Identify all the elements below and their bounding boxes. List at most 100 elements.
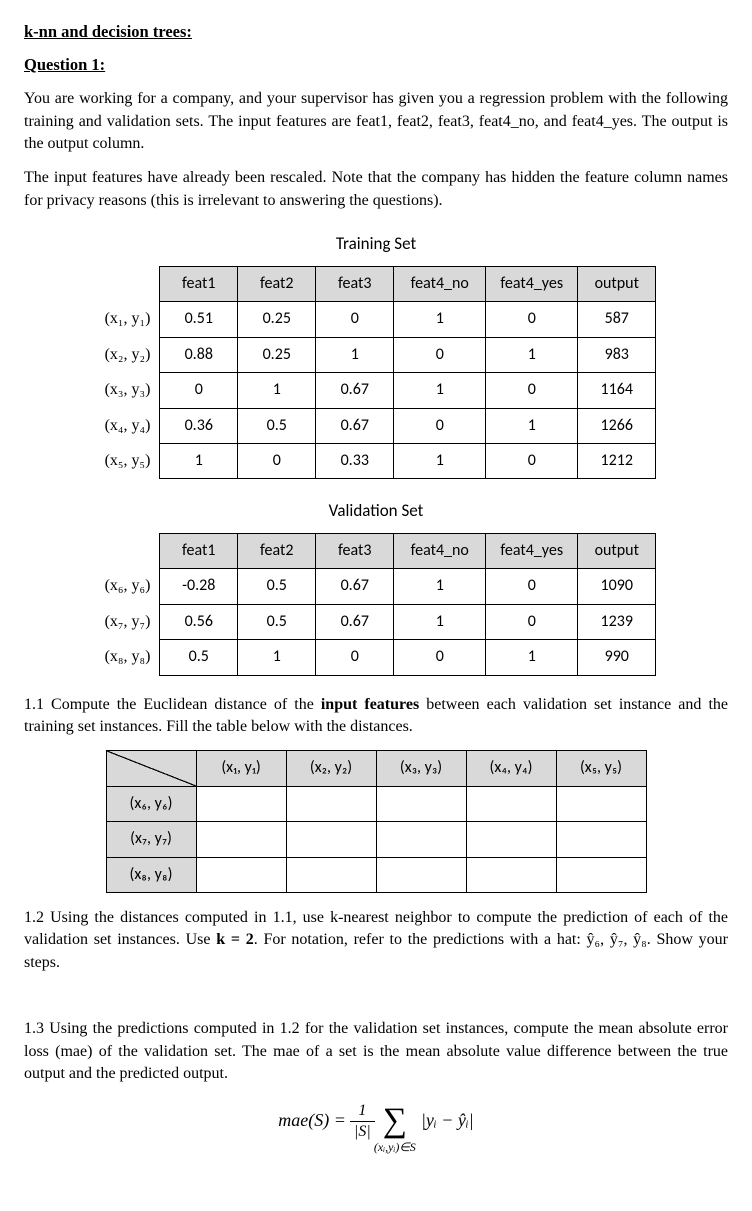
mae-formula: mae(S) = 1 |S| ∑ (xᵢ,yᵢ)∈S |yᵢ − ŷᵢ| — [24, 1101, 728, 1140]
data-cell: 0 — [316, 640, 394, 675]
data-cell: 0 — [394, 408, 486, 443]
data-cell: 1 — [238, 640, 316, 675]
data-cell: 0.5 — [238, 408, 316, 443]
data-cell: 0.5 — [238, 569, 316, 604]
question-1-3: 1.3 Using the predictions computed in 1.… — [24, 1018, 728, 1085]
row-label: (x₃, y₃) — [96, 373, 160, 408]
data-cell: 1 — [238, 373, 316, 408]
data-cell: 0.33 — [316, 443, 394, 478]
data-cell: 0.5 — [160, 640, 238, 675]
data-cell: 0 — [486, 569, 578, 604]
dist-empty-cell — [466, 857, 556, 892]
dist-col-header: (x₅, y₅) — [556, 751, 646, 786]
dist-empty-cell — [286, 822, 376, 857]
column-header: feat3 — [316, 534, 394, 569]
row-label: (x₁, y₁) — [96, 302, 160, 337]
data-cell: 1 — [486, 640, 578, 675]
dist-empty-cell — [196, 786, 286, 821]
row-label: (x₇, y₇) — [96, 604, 160, 639]
row-label: (x₆, y₆) — [96, 569, 160, 604]
column-header: feat2 — [238, 266, 316, 301]
data-cell: 0 — [394, 337, 486, 372]
intro-para-2: The input features have already been res… — [24, 167, 728, 212]
dist-empty-cell — [286, 786, 376, 821]
data-cell: 1266 — [578, 408, 656, 443]
question-1-2: 1.2 Using the distances computed in 1.1,… — [24, 907, 728, 974]
data-cell: 1 — [394, 443, 486, 478]
question-heading: Question 1: — [24, 53, 728, 76]
dist-col-header: (x₄, y₄) — [466, 751, 556, 786]
dist-empty-cell — [196, 822, 286, 857]
data-cell: 1 — [394, 604, 486, 639]
dist-empty-cell — [556, 786, 646, 821]
training-title: Training Set — [24, 232, 728, 256]
data-cell: 0.56 — [160, 604, 238, 639]
data-cell: 0 — [486, 604, 578, 639]
data-cell: 990 — [578, 640, 656, 675]
data-cell: 1239 — [578, 604, 656, 639]
column-header: feat4_no — [394, 266, 486, 301]
data-cell: 0.36 — [160, 408, 238, 443]
data-cell: 1 — [394, 569, 486, 604]
data-cell: 1 — [316, 337, 394, 372]
dist-empty-cell — [556, 822, 646, 857]
column-header: feat3 — [316, 266, 394, 301]
dist-empty-cell — [556, 857, 646, 892]
data-cell: 983 — [578, 337, 656, 372]
dist-empty-cell — [466, 822, 556, 857]
dist-empty-cell — [466, 786, 556, 821]
column-header: feat2 — [238, 534, 316, 569]
column-header: feat1 — [160, 534, 238, 569]
row-label: (x₂, y₂) — [96, 337, 160, 372]
data-cell: 0.51 — [160, 302, 238, 337]
data-cell: 0 — [238, 443, 316, 478]
data-cell: 587 — [578, 302, 656, 337]
data-cell: 0.67 — [316, 604, 394, 639]
data-cell: 0.67 — [316, 373, 394, 408]
dist-empty-cell — [376, 857, 466, 892]
data-cell: 0.88 — [160, 337, 238, 372]
dist-col-header: (x₃, y₃) — [376, 751, 466, 786]
row-label: (x₈, y₈) — [96, 640, 160, 675]
data-cell: 0.67 — [316, 569, 394, 604]
main-heading: k-nn and decision trees: — [24, 20, 728, 43]
training-table: feat1feat2feat3feat4_nofeat4_yesoutput(x… — [96, 266, 657, 479]
dist-empty-cell — [376, 786, 466, 821]
dist-col-header: (x₂, y₂) — [286, 751, 376, 786]
data-cell: 0 — [486, 443, 578, 478]
question-1-1: 1.1 Compute the Euclidean distance of th… — [24, 694, 728, 739]
data-cell: 1 — [486, 408, 578, 443]
row-label: (x₄, y₄) — [96, 408, 160, 443]
dist-empty-cell — [286, 857, 376, 892]
data-cell: 1 — [486, 337, 578, 372]
data-cell: 1164 — [578, 373, 656, 408]
row-label: (x₅, y₅) — [96, 443, 160, 478]
dist-empty-cell — [376, 822, 466, 857]
intro-para-1: You are working for a company, and your … — [24, 88, 728, 155]
data-cell: 1090 — [578, 569, 656, 604]
corner-cell — [106, 751, 196, 786]
dist-col-header: (x₁, y₁) — [196, 751, 286, 786]
data-cell: 0 — [486, 373, 578, 408]
column-header: output — [578, 534, 656, 569]
dist-row-header: (x₆, y₆) — [106, 786, 196, 821]
data-cell: 0 — [486, 302, 578, 337]
data-cell: 1 — [160, 443, 238, 478]
data-cell: 0.25 — [238, 337, 316, 372]
column-header: feat4_yes — [486, 534, 578, 569]
data-cell: 0.67 — [316, 408, 394, 443]
dist-row-header: (x₇, y₇) — [106, 822, 196, 857]
validation-table: feat1feat2feat3feat4_nofeat4_yesoutput (x… — [96, 533, 657, 676]
dist-empty-cell — [196, 857, 286, 892]
data-cell: 0 — [394, 640, 486, 675]
data-cell: 1 — [394, 373, 486, 408]
data-cell: 0.25 — [238, 302, 316, 337]
distance-table: (x₁, y₁)(x₂, y₂)(x₃, y₃)(x₄, y₄)(x₅, y₅)… — [106, 750, 647, 893]
validation-title: Validation Set — [24, 499, 728, 523]
data-cell: 0 — [160, 373, 238, 408]
data-cell: 1212 — [578, 443, 656, 478]
data-cell: 0 — [316, 302, 394, 337]
data-cell: 0.5 — [238, 604, 316, 639]
column-header: output — [578, 266, 656, 301]
column-header: feat4_no — [394, 534, 486, 569]
